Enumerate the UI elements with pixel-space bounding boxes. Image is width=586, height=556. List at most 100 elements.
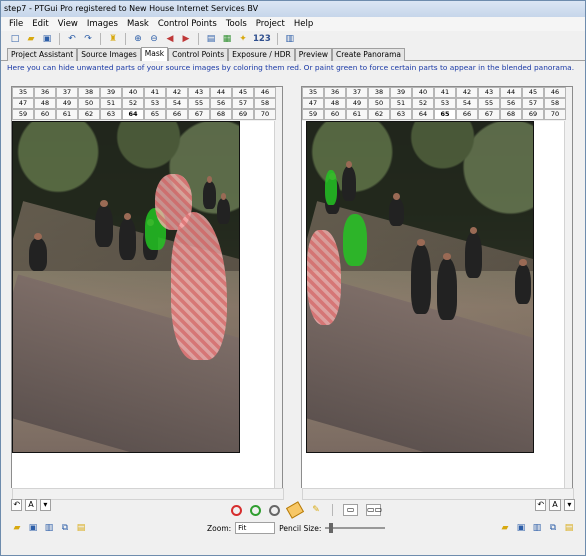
menu-control-points[interactable]: Control Points xyxy=(158,17,217,31)
right-image-tab-40[interactable]: 40 xyxy=(412,87,434,98)
left-image-tab-52[interactable]: 52 xyxy=(122,98,144,109)
left-image-tab-64[interactable]: 64 xyxy=(122,109,144,120)
left-image-tab-57[interactable]: 57 xyxy=(232,98,254,109)
fill-tool-icon[interactable]: ✎ xyxy=(310,504,322,516)
left-image-tab-60[interactable]: 60 xyxy=(34,109,56,120)
menu-file[interactable]: File xyxy=(9,17,23,31)
right-image-tab-53[interactable]: 53 xyxy=(434,98,456,109)
right-image-tab-39[interactable]: 39 xyxy=(390,87,412,98)
right-image-tab-51[interactable]: 51 xyxy=(390,98,412,109)
tab-exposure-hdr[interactable]: Exposure / HDR xyxy=(228,48,295,61)
layers-icon[interactable]: ▤ xyxy=(205,33,217,45)
right-options-icon[interactable]: ▾ xyxy=(563,499,575,511)
paste-mask-icon[interactable]: ▤ xyxy=(75,522,87,534)
right-image-tab-43[interactable]: 43 xyxy=(478,87,500,98)
tab-create-panorama[interactable]: Create Panorama xyxy=(331,48,405,61)
menu-help[interactable]: Help xyxy=(294,17,313,31)
left-image-tab-39[interactable]: 39 xyxy=(100,87,122,98)
right-image-tab-67[interactable]: 67 xyxy=(478,109,500,120)
left-image-tab-49[interactable]: 49 xyxy=(56,98,78,109)
right-image-tab-42[interactable]: 42 xyxy=(456,87,478,98)
left-image-tab-42[interactable]: 42 xyxy=(166,87,188,98)
left-image-tab-54[interactable]: 54 xyxy=(166,98,188,109)
copy-mask-icon[interactable]: ⧉ xyxy=(547,522,559,534)
left-image-tab-69[interactable]: 69 xyxy=(232,109,254,120)
open-folder-icon[interactable]: ▰ xyxy=(25,33,37,45)
right-image-tab-37[interactable]: 37 xyxy=(346,87,368,98)
lightbulb-icon[interactable]: ✦ xyxy=(237,33,249,45)
tab-preview[interactable]: Preview xyxy=(294,48,332,61)
pencil-tool-icon[interactable] xyxy=(285,501,305,519)
menu-tools[interactable]: Tools xyxy=(226,17,247,31)
menu-edit[interactable]: Edit xyxy=(32,17,48,31)
right-image-tab-38[interactable]: 38 xyxy=(368,87,390,98)
left-image-tab-59[interactable]: 59 xyxy=(12,109,34,120)
table-icon[interactable]: ▦ xyxy=(221,33,233,45)
right-horizontal-scrollbar[interactable] xyxy=(302,488,574,500)
left-image-tab-46[interactable]: 46 xyxy=(254,87,276,98)
paste-mask-icon[interactable]: ▤ xyxy=(563,522,575,534)
right-source-image[interactable] xyxy=(306,121,534,453)
zoom-select[interactable]: Fit xyxy=(235,522,276,534)
left-image-tab-63[interactable]: 63 xyxy=(100,109,122,120)
left-image-tab-65[interactable]: 65 xyxy=(144,109,166,120)
next-icon[interactable]: ▶ xyxy=(180,33,192,45)
menu-images[interactable]: Images xyxy=(87,17,118,31)
left-image-tab-51[interactable]: 51 xyxy=(100,98,122,109)
right-image-tab-55[interactable]: 55 xyxy=(478,98,500,109)
number-icon[interactable]: 123 xyxy=(253,34,271,44)
right-auto-button[interactable]: A xyxy=(549,499,561,511)
left-image-tab-70[interactable]: 70 xyxy=(254,109,276,120)
left-options-icon[interactable]: ▾ xyxy=(39,499,51,511)
left-image-tab-67[interactable]: 67 xyxy=(188,109,210,120)
left-image-tab-47[interactable]: 47 xyxy=(12,98,34,109)
red-mask-tool-icon[interactable] xyxy=(231,504,242,516)
left-image-tab-50[interactable]: 50 xyxy=(78,98,100,109)
right-image-tab-60[interactable]: 60 xyxy=(324,109,346,120)
right-image-tab-50[interactable]: 50 xyxy=(368,98,390,109)
split-view-icon[interactable]: ▭▭ xyxy=(366,504,382,516)
right-image-tab-59[interactable]: 59 xyxy=(302,109,324,120)
delete-mask-icon[interactable]: ▥ xyxy=(43,522,55,534)
right-image-tab-68[interactable]: 68 xyxy=(500,109,522,120)
right-vertical-scrollbar[interactable] xyxy=(564,121,572,489)
left-image-tab-36[interactable]: 36 xyxy=(34,87,56,98)
left-image-tab-56[interactable]: 56 xyxy=(210,98,232,109)
previous-icon[interactable]: ◀ xyxy=(164,33,176,45)
left-image-tab-43[interactable]: 43 xyxy=(188,87,210,98)
right-image-tab-45[interactable]: 45 xyxy=(522,87,544,98)
right-undo-icon[interactable]: ↶ xyxy=(535,499,547,511)
menu-mask[interactable]: Mask xyxy=(127,17,149,31)
left-image-viewport[interactable] xyxy=(12,121,282,489)
tab-project-assistant[interactable]: Project Assistant xyxy=(7,48,78,61)
right-image-tab-52[interactable]: 52 xyxy=(412,98,434,109)
right-image-tab-46[interactable]: 46 xyxy=(544,87,566,98)
right-image-tab-47[interactable]: 47 xyxy=(302,98,324,109)
tab-source-images[interactable]: Source Images xyxy=(77,48,141,61)
right-image-tab-49[interactable]: 49 xyxy=(346,98,368,109)
left-image-tab-55[interactable]: 55 xyxy=(188,98,210,109)
tab-mask[interactable]: Mask xyxy=(140,47,169,61)
copy-mask-icon[interactable]: ⧉ xyxy=(59,522,71,534)
pencil-size-slider[interactable] xyxy=(325,523,386,533)
left-image-tab-38[interactable]: 38 xyxy=(78,87,100,98)
left-image-tab-53[interactable]: 53 xyxy=(144,98,166,109)
left-image-tab-45[interactable]: 45 xyxy=(232,87,254,98)
left-image-tab-66[interactable]: 66 xyxy=(166,109,188,120)
left-source-image[interactable] xyxy=(12,121,240,453)
clear-mask-tool-icon[interactable] xyxy=(269,504,280,516)
settings-icon[interactable]: ♜ xyxy=(107,33,119,45)
right-image-tab-62[interactable]: 62 xyxy=(368,109,390,120)
right-image-tab-66[interactable]: 66 xyxy=(456,109,478,120)
left-image-tab-68[interactable]: 68 xyxy=(210,109,232,120)
save-mask-icon[interactable]: ▣ xyxy=(27,522,39,534)
right-image-tab-63[interactable]: 63 xyxy=(390,109,412,120)
left-image-tab-35[interactable]: 35 xyxy=(12,87,34,98)
zoom-out-icon[interactable]: ⊖ xyxy=(148,33,160,45)
zoom-in-icon[interactable]: ⊕ xyxy=(132,33,144,45)
undo-icon[interactable]: ↶ xyxy=(66,33,78,45)
left-image-tab-44[interactable]: 44 xyxy=(210,87,232,98)
left-horizontal-scrollbar[interactable] xyxy=(12,488,284,500)
left-auto-button[interactable]: A xyxy=(25,499,37,511)
book-icon[interactable]: ▥ xyxy=(284,33,296,45)
